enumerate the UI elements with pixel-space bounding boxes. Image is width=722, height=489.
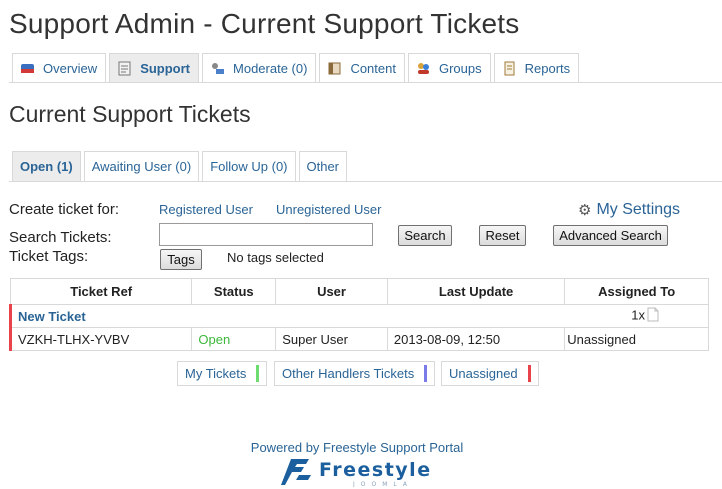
tab-awaiting-user[interactable]: Awaiting User (0) [83,151,200,181]
svg-text:Freestyle: Freestyle [319,459,432,481]
cell-last-update: 2013-08-09, 12:50 [386,327,566,351]
reports-icon [502,61,517,76]
tab-moderate-label: Moderate (0) [233,60,308,76]
legend-my-tickets-swatch [256,365,260,382]
new-ticket-row: New Ticket 1x [8,304,709,328]
legend-my-tickets[interactable]: My Tickets [177,361,268,386]
new-ticket-link[interactable]: New Ticket [18,309,86,324]
tab-follow-up[interactable]: Follow Up (0) [202,151,296,181]
svg-text:JOOMLA: JOOMLA [352,481,413,487]
tags-button[interactable]: Tags [160,249,202,270]
tab-reports[interactable]: Reports [493,53,580,82]
search-button[interactable]: Search [398,225,452,246]
header-assigned-to[interactable]: Assigned To [564,278,709,305]
header-last-update[interactable]: Last Update [386,278,566,305]
cell-status: Open [191,327,277,351]
tab-overview[interactable]: Overview [12,53,107,82]
cell-ticket-ref: VZKH-TLHX-YVBV [8,327,193,351]
section-title: Current Support Tickets [9,101,251,127]
tab-moderate[interactable]: Moderate (0) [202,53,317,82]
tab-overview-label: Overview [43,60,98,76]
table-header-row: Ticket Ref Status User Last Update Assig… [9,278,709,305]
header-status[interactable]: Status [191,278,277,305]
header-user[interactable]: User [275,278,388,305]
tab-reports-label: Reports [524,60,571,76]
registered-user-link[interactable]: Registered User [159,202,253,217]
overview-icon [20,61,35,76]
header-ticket-ref[interactable]: Ticket Ref [9,278,193,305]
tickets-table: Ticket Ref Status User Last Update Assig… [8,278,709,351]
gear-icon: ⚙ [578,202,592,219]
cell-user: Super User [275,327,388,351]
main-tab-bar: Overview Support Moderate (0) Content Gr… [12,53,582,82]
legend-unassigned[interactable]: Unassigned [441,361,539,386]
legend-other-handlers-swatch [424,365,428,382]
tab-groups[interactable]: Groups [407,53,491,82]
unregistered-user-link[interactable]: Unregistered User [276,202,382,217]
legend-other-handlers-label: Other Handlers Tickets [282,366,415,381]
legend-unassigned-swatch [527,365,531,382]
ticket-tags-label: Ticket Tags: [9,248,89,265]
cell-assigned-to: Unassigned [564,327,709,351]
advanced-search-button[interactable]: Advanced Search [553,225,668,246]
new-ticket-count: 1x [631,307,645,323]
support-icon [117,61,132,76]
reset-button[interactable]: Reset [479,225,526,246]
tab-content-label: Content [350,60,396,76]
tab-content[interactable]: Content [319,53,405,82]
tab-support-label: Support [140,60,191,76]
table-row[interactable]: VZKH-TLHX-YVBV Open Super User 2013-08-0… [8,327,709,351]
content-icon [327,61,342,76]
subtab-divider [9,181,722,182]
tab-divider [9,82,722,83]
my-settings-label: My Settings [596,201,681,218]
my-settings-link[interactable]: ⚙ My Settings [578,201,680,219]
powered-by-link[interactable]: Powered by Freestyle Support Portal [0,440,714,455]
tab-other[interactable]: Other [298,151,348,181]
groups-icon [416,61,431,76]
moderate-icon [210,61,225,76]
tab-groups-label: Groups [438,60,482,76]
ticket-status-tabs: Open (1) Awaiting User (0) Follow Up (0)… [12,151,350,181]
search-input[interactable] [159,223,373,246]
tab-support[interactable]: Support [109,53,200,82]
legend-unassigned-label: Unassigned [449,366,518,381]
create-ticket-label: Create ticket for: [9,201,120,218]
legend-other-handlers[interactable]: Other Handlers Tickets [274,361,436,386]
tags-status: No tags selected [227,250,324,265]
page-title: Support Admin - Current Support Tickets [9,8,520,39]
search-tickets-label: Search Tickets: [9,229,112,246]
freestyle-logo[interactable]: Freestyle JOOMLA [279,457,439,487]
tab-open[interactable]: Open (1) [12,151,81,181]
legend-my-tickets-label: My Tickets [185,366,247,381]
document-icon[interactable] [646,307,660,325]
